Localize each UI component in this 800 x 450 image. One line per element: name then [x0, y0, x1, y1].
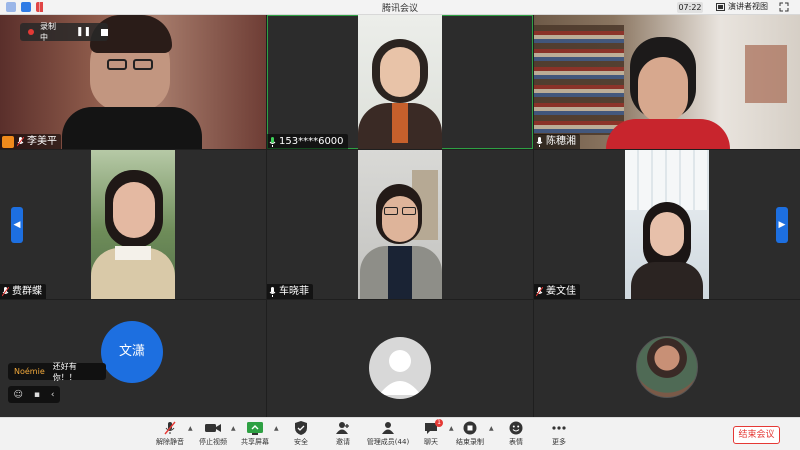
video-grid: 录制中 ❚❚ 李美平 153****6000 陈穗湘 ◀ 费群蝶 车晓菲 ▶ 姜… [0, 15, 800, 417]
chat-sender: Noémie [14, 367, 45, 376]
participant-name: 153****6000 [279, 136, 344, 147]
end-meeting-button[interactable]: 结束会议 [733, 426, 780, 444]
record-icon [28, 29, 34, 35]
chat-icon[interactable]: ▪ [34, 390, 40, 400]
invite-button[interactable]: 邀请 [319, 421, 367, 447]
prev-page-button[interactable]: ◀ [11, 207, 23, 243]
participant-name-tag: 陈穗湘 [534, 134, 580, 149]
collapse-chevron-icon[interactable]: ‹ [51, 390, 55, 400]
participant-tile-1[interactable]: 录制中 ❚❚ 李美平 [0, 15, 266, 149]
unread-badge: 1 [435, 419, 443, 427]
share-screen-button[interactable]: 共享屏幕 [231, 421, 279, 447]
default-avatar-icon [379, 350, 421, 395]
next-page-button[interactable]: ▶ [776, 207, 788, 243]
recording-indicator[interactable]: 录制中 ❚❚ [20, 22, 108, 42]
participant-tile-6[interactable]: ▶ 姜文佳 [534, 150, 800, 299]
unmute-all-button[interactable]: 解除静音 [146, 421, 194, 447]
recording-label: 录制中 [39, 22, 56, 42]
meeting-timer: 07:22 [677, 2, 703, 13]
participant-tile-4[interactable]: ◀ 费群蝶 [0, 150, 266, 299]
participant-name-tag: 153****6000 [267, 134, 348, 149]
invite-user-icon [335, 421, 351, 435]
stop-recording-icon[interactable] [101, 28, 108, 36]
participant-name: 李美平 [27, 136, 57, 147]
participant-name: 费群蝶 [12, 286, 42, 297]
participant-video [358, 150, 442, 299]
participant-tile-8[interactable] [267, 300, 533, 417]
participant-name-tag: 李美平 [0, 134, 61, 149]
title-bar: 腾讯会议 07:22 演讲者视图 [0, 0, 800, 15]
emoji-icon[interactable]: ☺ [13, 390, 22, 400]
more-button[interactable]: 更多 [535, 421, 583, 447]
stop-video-button[interactable]: 停止视频 [189, 421, 237, 447]
participant-name-tag: 车晓菲 [267, 284, 313, 299]
mic-icon [536, 136, 543, 147]
participant-name: 姜文佳 [546, 286, 576, 297]
speaker-view-label: 演讲者视图 [728, 2, 768, 11]
chat-message-popup[interactable]: Noémie 还好有你！！ [8, 361, 106, 382]
shield-icon [293, 421, 309, 435]
mic-muted-icon [17, 136, 24, 146]
participant-name-tag: 姜文佳 [534, 284, 580, 299]
mic-muted-icon [162, 421, 178, 435]
share-screen-icon [247, 421, 263, 435]
avatar: 文潇 [101, 321, 163, 383]
avatar [369, 337, 431, 399]
chat-text: 还好有你！！ [52, 361, 77, 382]
host-icon [2, 135, 14, 148]
fullscreen-icon[interactable] [779, 2, 789, 12]
more-dots-icon [551, 421, 567, 435]
participant-tile-5[interactable]: 车晓菲 [267, 150, 533, 299]
speaker-view-icon [716, 2, 725, 11]
speaker-view-button[interactable]: 演讲者视图 [716, 1, 768, 12]
end-recording-button[interactable]: 结束录制 [446, 421, 494, 447]
members-icon [380, 421, 396, 435]
pause-recording-icon[interactable]: ❚❚ [76, 27, 91, 37]
mic-muted-icon [2, 286, 9, 296]
participant-tile-2[interactable]: 153****6000 [267, 15, 533, 149]
participant-name: 车晓菲 [279, 286, 309, 297]
participant-name-tag: 费群蝶 [0, 284, 46, 299]
mic-active-icon [269, 136, 276, 147]
video-camera-icon [205, 421, 221, 435]
smile-icon [508, 421, 524, 435]
participant-video [625, 150, 709, 299]
meeting-toolbar: 解除静音 ▲ 停止视频 ▲ 共享屏幕 ▲ 安全 邀请 管理成员(44) 1 聊天… [0, 417, 800, 450]
stop-record-icon [462, 421, 478, 435]
participant-video [534, 15, 800, 149]
security-button[interactable]: 安全 [277, 421, 325, 447]
mic-icon [269, 286, 276, 297]
participant-video [91, 150, 175, 299]
participant-name: 陈穗湘 [546, 136, 576, 147]
participant-video [358, 15, 442, 149]
avatar [636, 336, 698, 398]
chat-quick-tools: ☺ ▪ ‹ [8, 386, 60, 403]
reactions-button[interactable]: 表情 [492, 421, 540, 447]
participant-tile-9[interactable] [534, 300, 800, 417]
mic-muted-icon [536, 286, 543, 296]
participant-tile-3[interactable]: 陈穗湘 [534, 15, 800, 149]
